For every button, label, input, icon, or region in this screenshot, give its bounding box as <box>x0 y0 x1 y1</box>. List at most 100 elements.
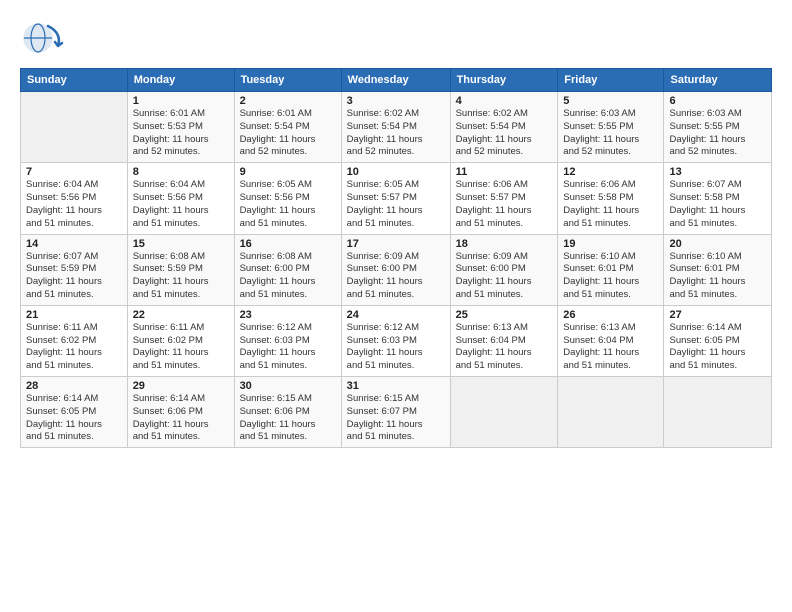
calendar-cell: 18Sunrise: 6:09 AM Sunset: 6:00 PM Dayli… <box>450 234 558 305</box>
calendar-cell: 14Sunrise: 6:07 AM Sunset: 5:59 PM Dayli… <box>21 234 128 305</box>
day-info: Sunrise: 6:13 AM Sunset: 6:04 PM Dayligh… <box>456 322 553 373</box>
calendar-table: SundayMondayTuesdayWednesdayThursdayFrid… <box>20 68 772 448</box>
calendar-cell: 16Sunrise: 6:08 AM Sunset: 6:00 PM Dayli… <box>234 234 341 305</box>
day-number: 16 <box>240 238 336 250</box>
day-info: Sunrise: 6:01 AM Sunset: 5:54 PM Dayligh… <box>240 108 336 159</box>
day-number: 9 <box>240 166 336 178</box>
calendar-cell: 29Sunrise: 6:14 AM Sunset: 6:06 PM Dayli… <box>127 377 234 448</box>
day-number: 21 <box>26 309 122 321</box>
day-info: Sunrise: 6:02 AM Sunset: 5:54 PM Dayligh… <box>347 108 445 159</box>
calendar-cell: 27Sunrise: 6:14 AM Sunset: 6:05 PM Dayli… <box>664 305 772 376</box>
calendar-header-monday: Monday <box>127 69 234 92</box>
logo-icon <box>20 18 68 58</box>
calendar-header-tuesday: Tuesday <box>234 69 341 92</box>
calendar-cell <box>450 377 558 448</box>
day-info: Sunrise: 6:13 AM Sunset: 6:04 PM Dayligh… <box>563 322 658 373</box>
calendar-cell: 6Sunrise: 6:03 AM Sunset: 5:55 PM Daylig… <box>664 92 772 163</box>
day-info: Sunrise: 6:06 AM Sunset: 5:58 PM Dayligh… <box>563 179 658 230</box>
day-number: 7 <box>26 166 122 178</box>
calendar-header-friday: Friday <box>558 69 664 92</box>
day-info: Sunrise: 6:05 AM Sunset: 5:56 PM Dayligh… <box>240 179 336 230</box>
calendar-cell: 13Sunrise: 6:07 AM Sunset: 5:58 PM Dayli… <box>664 163 772 234</box>
calendar-cell: 21Sunrise: 6:11 AM Sunset: 6:02 PM Dayli… <box>21 305 128 376</box>
day-info: Sunrise: 6:14 AM Sunset: 6:05 PM Dayligh… <box>669 322 766 373</box>
day-info: Sunrise: 6:14 AM Sunset: 6:06 PM Dayligh… <box>133 393 229 444</box>
day-number: 2 <box>240 95 336 107</box>
day-number: 8 <box>133 166 229 178</box>
calendar-header-saturday: Saturday <box>664 69 772 92</box>
calendar-week-row-3: 14Sunrise: 6:07 AM Sunset: 5:59 PM Dayli… <box>21 234 772 305</box>
calendar-cell: 24Sunrise: 6:12 AM Sunset: 6:03 PM Dayli… <box>341 305 450 376</box>
calendar-header-row: SundayMondayTuesdayWednesdayThursdayFrid… <box>21 69 772 92</box>
day-info: Sunrise: 6:07 AM Sunset: 5:59 PM Dayligh… <box>26 251 122 302</box>
calendar-cell: 23Sunrise: 6:12 AM Sunset: 6:03 PM Dayli… <box>234 305 341 376</box>
calendar-cell: 15Sunrise: 6:08 AM Sunset: 5:59 PM Dayli… <box>127 234 234 305</box>
day-number: 23 <box>240 309 336 321</box>
header <box>20 18 772 58</box>
day-info: Sunrise: 6:15 AM Sunset: 6:06 PM Dayligh… <box>240 393 336 444</box>
day-number: 31 <box>347 380 445 392</box>
calendar-week-row-4: 21 Sunrise: 6:11 AM Sunset: 6:02 PM Dayli… <box>21 305 772 376</box>
day-info: Sunrise: 6:10 AM Sunset: 6:01 PM Dayligh… <box>669 251 766 302</box>
calendar-header-wednesday: Wednesday <box>341 69 450 92</box>
calendar-week-row-2: 7Sunrise: 6:04 AM Sunset: 5:56 PM Daylig… <box>21 163 772 234</box>
calendar-week-row-5: 28Sunrise: 6:14 AM Sunset: 6:05 PM Dayli… <box>21 377 772 448</box>
day-info: Sunrise: 6:04 AM Sunset: 5:56 PM Dayligh… <box>26 179 122 230</box>
calendar-cell: 19Sunrise: 6:10 AM Sunset: 6:01 PM Dayli… <box>558 234 664 305</box>
day-number: 10 <box>347 166 445 178</box>
calendar-cell: 22Sunrise: 6:11 AM Sunset: 6:02 PM Dayli… <box>127 305 234 376</box>
calendar-cell: 25Sunrise: 6:13 AM Sunset: 6:04 PM Dayli… <box>450 305 558 376</box>
day-number: 24 <box>347 309 445 321</box>
calendar-cell: 3Sunrise: 6:02 AM Sunset: 5:54 PM Daylig… <box>341 92 450 163</box>
day-number: 11 <box>456 166 553 178</box>
day-number: 18 <box>456 238 553 250</box>
calendar-cell: 5Sunrise: 6:03 AM Sunset: 5:55 PM Daylig… <box>558 92 664 163</box>
day-number: 5 <box>563 95 658 107</box>
day-info: Sunrise: 6:09 AM Sunset: 6:00 PM Dayligh… <box>456 251 553 302</box>
day-info: Sunrise: 6:03 AM Sunset: 5:55 PM Dayligh… <box>563 108 658 159</box>
day-info: Sunrise: 6:04 AM Sunset: 5:56 PM Dayligh… <box>133 179 229 230</box>
day-number: 3 <box>347 95 445 107</box>
day-number: 15 <box>133 238 229 250</box>
calendar-cell: 17Sunrise: 6:09 AM Sunset: 6:00 PM Dayli… <box>341 234 450 305</box>
day-info: Sunrise: 6:06 AM Sunset: 5:57 PM Dayligh… <box>456 179 553 230</box>
calendar-cell: 9Sunrise: 6:05 AM Sunset: 5:56 PM Daylig… <box>234 163 341 234</box>
day-info: Sunrise: 6:15 AM Sunset: 6:07 PM Dayligh… <box>347 393 445 444</box>
calendar-header-thursday: Thursday <box>450 69 558 92</box>
day-number: 29 <box>133 380 229 392</box>
day-info: Sunrise: 6:12 AM Sunset: 6:03 PM Dayligh… <box>240 322 336 373</box>
day-info: Sunrise: 6:03 AM Sunset: 5:55 PM Dayligh… <box>669 108 766 159</box>
calendar-cell: 11Sunrise: 6:06 AM Sunset: 5:57 PM Dayli… <box>450 163 558 234</box>
calendar-cell: 7Sunrise: 6:04 AM Sunset: 5:56 PM Daylig… <box>21 163 128 234</box>
day-info: Sunrise: 6:02 AM Sunset: 5:54 PM Dayligh… <box>456 108 553 159</box>
day-info: Sunrise: 6:10 AM Sunset: 6:01 PM Dayligh… <box>563 251 658 302</box>
day-info: Sunrise: 6:09 AM Sunset: 6:00 PM Dayligh… <box>347 251 445 302</box>
calendar-cell <box>558 377 664 448</box>
calendar-cell: 31Sunrise: 6:15 AM Sunset: 6:07 PM Dayli… <box>341 377 450 448</box>
calendar-cell <box>21 92 128 163</box>
calendar-cell: 10Sunrise: 6:05 AM Sunset: 5:57 PM Dayli… <box>341 163 450 234</box>
day-number: 17 <box>347 238 445 250</box>
day-number: 6 <box>669 95 766 107</box>
day-number: 14 <box>26 238 122 250</box>
day-info: Sunrise: 6:05 AM Sunset: 5:57 PM Dayligh… <box>347 179 445 230</box>
day-number: 20 <box>669 238 766 250</box>
day-number: 13 <box>669 166 766 178</box>
day-info: Sunrise: 6:07 AM Sunset: 5:58 PM Dayligh… <box>669 179 766 230</box>
day-number: 19 <box>563 238 658 250</box>
day-number: 1 <box>133 95 229 107</box>
calendar-cell: 1Sunrise: 6:01 AM Sunset: 5:53 PM Daylig… <box>127 92 234 163</box>
day-number: 26 <box>563 309 658 321</box>
calendar-cell: 4Sunrise: 6:02 AM Sunset: 5:54 PM Daylig… <box>450 92 558 163</box>
day-number: 25 <box>456 309 553 321</box>
calendar-cell: 12Sunrise: 6:06 AM Sunset: 5:58 PM Dayli… <box>558 163 664 234</box>
calendar-header-sunday: Sunday <box>21 69 128 92</box>
day-info: Sunrise: 6:01 AM Sunset: 5:53 PM Dayligh… <box>133 108 229 159</box>
day-info: Sunrise: 6:11 AM Sunset: 6:02 PM Dayligh… <box>133 322 229 373</box>
day-number: 30 <box>240 380 336 392</box>
page: SundayMondayTuesdayWednesdayThursdayFrid… <box>0 0 792 612</box>
day-info: Sunrise: 6:14 AM Sunset: 6:05 PM Dayligh… <box>26 393 122 444</box>
calendar-cell: 2Sunrise: 6:01 AM Sunset: 5:54 PM Daylig… <box>234 92 341 163</box>
day-info: Sunrise: 6:08 AM Sunset: 5:59 PM Dayligh… <box>133 251 229 302</box>
day-number: 22 <box>133 309 229 321</box>
